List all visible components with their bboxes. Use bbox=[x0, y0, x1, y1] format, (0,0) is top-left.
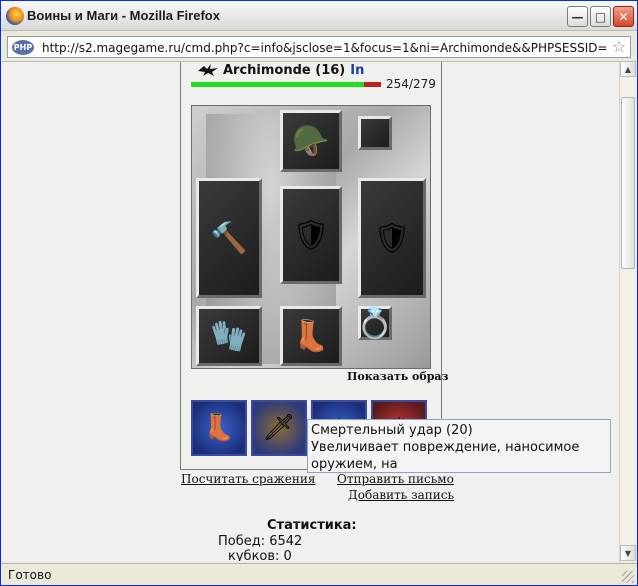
vertical-scrollbar[interactable]: ▲ ▼ bbox=[619, 61, 636, 562]
health-bar-fill bbox=[191, 82, 364, 87]
health-bar bbox=[191, 82, 381, 87]
gloves-slot[interactable]: 🧤 bbox=[196, 306, 262, 366]
character-header: Archimonde (16) In bbox=[197, 61, 364, 79]
add-record-link[interactable]: Добавить запись bbox=[348, 488, 454, 502]
browser-window: Воины и Маги - Mozilla Firefox — □ ✕ PHP… bbox=[0, 0, 638, 586]
send-letter-link[interactable]: Отправить письмо bbox=[337, 472, 454, 486]
armor-slot[interactable]: 🛡 bbox=[280, 186, 342, 284]
helmet-slot[interactable]: 🪖 bbox=[280, 110, 342, 172]
stat-cups: кубков: 0 bbox=[228, 549, 292, 561]
skill-icon-boot[interactable]: 👢 bbox=[191, 400, 247, 456]
title-bar[interactable]: Воины и Маги - Mozilla Firefox — □ ✕ bbox=[1, 1, 637, 31]
php-site-icon: PHP bbox=[12, 40, 34, 55]
shield-slot[interactable]: 🛡 bbox=[358, 178, 426, 298]
tooltip-desc-1: Увеличивает повреждение, наносимое bbox=[311, 440, 580, 455]
resize-grip-icon[interactable] bbox=[622, 571, 634, 583]
window-title: Воины и Маги - Mozilla Firefox bbox=[27, 8, 220, 23]
tooltip-title: Смертельный удар (20) bbox=[311, 423, 473, 438]
dragon-clan-icon bbox=[197, 63, 219, 77]
equipment-board: 🪖 🔨 🛡 🛡 🧤 👢 💍 bbox=[191, 105, 431, 369]
firefox-icon bbox=[6, 7, 24, 25]
skill-tooltip: Смертельный удар (20) Увеличивает повреж… bbox=[307, 419, 611, 473]
boots-slot[interactable]: 👢 bbox=[280, 306, 342, 366]
health-text: 254/279 bbox=[386, 77, 436, 91]
scroll-up-arrow-icon[interactable]: ▲ bbox=[620, 61, 636, 77]
maximize-button[interactable]: □ bbox=[590, 6, 611, 27]
tooltip-desc-2: оружием, на bbox=[311, 457, 398, 472]
minimize-button[interactable]: — bbox=[567, 6, 588, 27]
scroll-thumb[interactable] bbox=[621, 97, 635, 269]
weapon-slot[interactable]: 🔨 bbox=[196, 178, 262, 298]
close-button[interactable]: ✕ bbox=[613, 6, 634, 27]
bookmark-star-icon[interactable]: ☆ bbox=[610, 38, 628, 56]
status-bar: Готово bbox=[1, 563, 637, 585]
empty-slot[interactable] bbox=[358, 116, 392, 150]
url-bar[interactable]: PHP http://s2.magegame.ru/cmd.php?c=info… bbox=[7, 36, 631, 58]
status-text: Готово bbox=[8, 568, 52, 582]
stat-wins: Побед: 6542 bbox=[218, 534, 303, 549]
online-status: In bbox=[350, 62, 365, 78]
count-battles-link[interactable]: Посчитать сражения bbox=[181, 472, 315, 486]
scroll-down-arrow-icon[interactable]: ▼ bbox=[620, 545, 636, 561]
url-input[interactable]: http://s2.magegame.ru/cmd.php?c=info&jsc… bbox=[42, 41, 606, 55]
ring-slot[interactable]: 💍 bbox=[356, 306, 393, 341]
character-name[interactable]: Archimonde (16) bbox=[223, 63, 345, 78]
show-image-link[interactable]: Показать образ bbox=[347, 370, 449, 383]
statistics-title: Статистика: bbox=[267, 518, 357, 533]
skill-icon-deadly-strike[interactable]: 🗡 bbox=[251, 400, 307, 456]
